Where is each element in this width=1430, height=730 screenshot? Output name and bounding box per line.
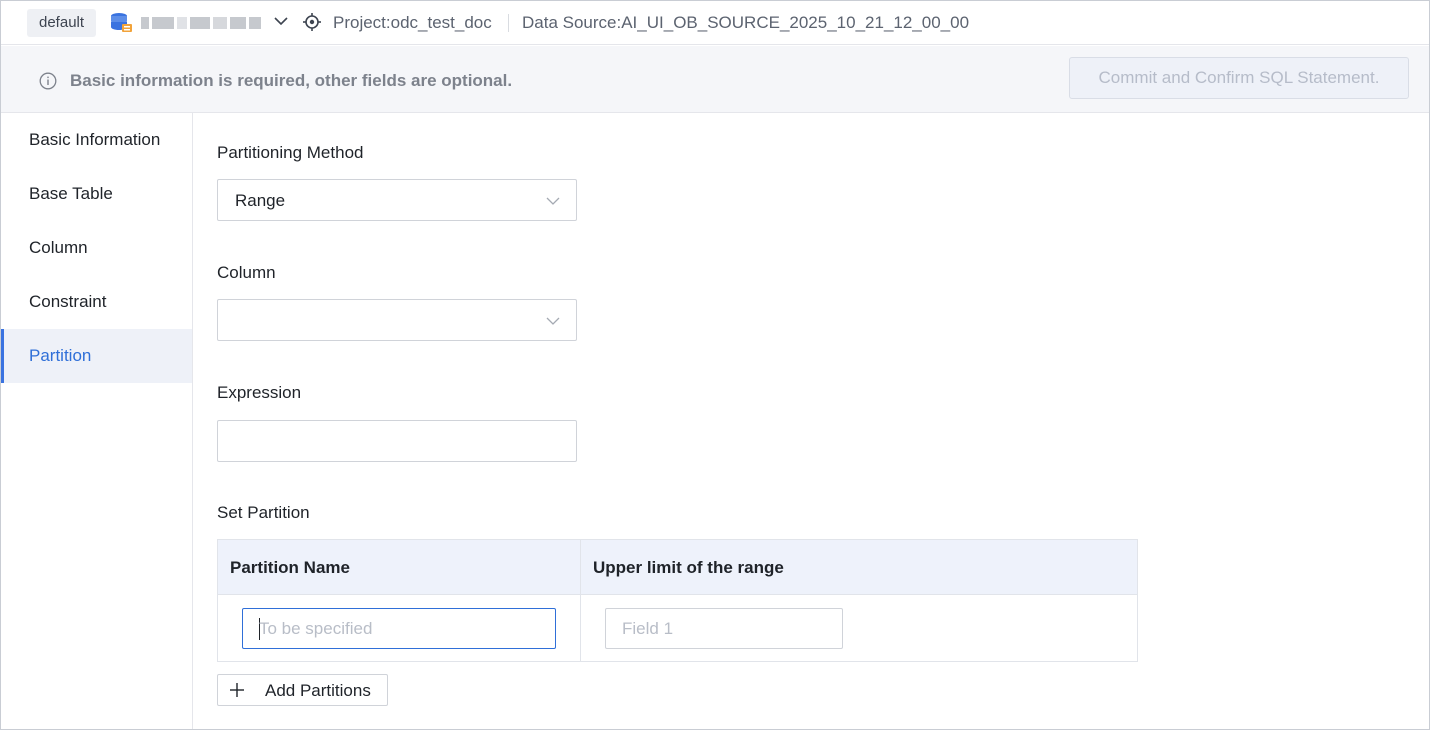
project-label: Project:odc_test_doc: [333, 13, 492, 32]
expression-input[interactable]: [217, 420, 577, 462]
locate-icon[interactable]: [302, 12, 322, 32]
plus-icon: [230, 683, 244, 697]
data-source-label: Data Source:AI_UI_OB_SOURCE_2025_10_21_1…: [522, 13, 970, 32]
notice-bar: Basic information is required, other fie…: [1, 46, 1429, 113]
column-label: Column: [217, 263, 276, 282]
environment-tag[interactable]: default: [27, 9, 97, 37]
sidebar-item-constraint[interactable]: Constraint: [1, 275, 192, 329]
add-partitions-button[interactable]: Add Partitions: [217, 674, 388, 706]
column-header-upper-limit: Upper limit of the range: [593, 558, 784, 577]
table-header: Partition Name Upper limit of the range: [218, 540, 1137, 595]
sidebar-item-column[interactable]: Column: [1, 221, 192, 275]
column-select[interactable]: [217, 299, 577, 341]
row-divider: [580, 595, 581, 661]
database-icon: [111, 13, 132, 32]
partitioning-method-value: Range: [235, 191, 286, 210]
expression-label: Expression: [217, 383, 302, 402]
divider: [508, 14, 509, 32]
chevron-down-icon: [546, 317, 560, 325]
sidebar-item-partition[interactable]: Partition: [1, 329, 192, 383]
chevron-down-icon: [546, 197, 560, 205]
upper-limit-placeholder: Field 1: [622, 619, 674, 638]
upper-limit-input[interactable]: Field 1: [605, 608, 843, 649]
sidebar: Basic Information Base Table Column Cons…: [1, 113, 193, 729]
chevron-down-icon[interactable]: [273, 13, 289, 29]
column-header-partition-name: Partition Name: [230, 558, 350, 577]
partition-table: Partition Name Upper limit of the range …: [217, 539, 1138, 662]
partitioning-method-label: Partitioning Method: [217, 143, 364, 162]
notice-text: Basic information is required, other fie…: [70, 71, 513, 90]
partition-name-placeholder: To be specified: [259, 619, 373, 638]
partitioning-method-select[interactable]: Range: [217, 179, 577, 221]
commit-sql-button[interactable]: Commit and Confirm SQL Statement.: [1069, 57, 1409, 99]
sidebar-item-basic-information[interactable]: Basic Information: [1, 113, 192, 167]
database-name-redacted[interactable]: [141, 15, 269, 31]
partition-name-input[interactable]: To be specified: [242, 608, 556, 649]
info-icon: [39, 72, 57, 90]
sidebar-item-base-table[interactable]: Base Table: [1, 167, 192, 221]
top-bar: default Project:odc_test_doc Data Source…: [1, 1, 1429, 45]
set-partition-label: Set Partition: [217, 503, 310, 522]
add-partitions-label: Add Partitions: [265, 681, 371, 700]
